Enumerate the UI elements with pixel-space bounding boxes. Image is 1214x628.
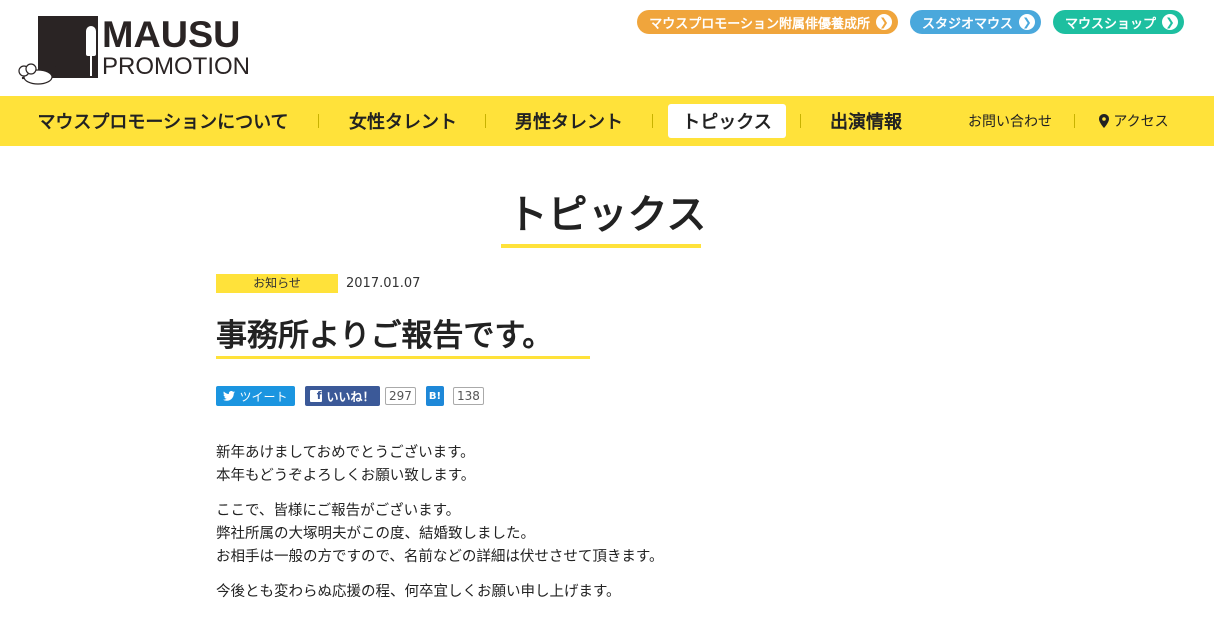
nav-item-access-label: アクセス bbox=[1113, 114, 1169, 130]
logo-text-mausu: MAUSU bbox=[102, 14, 241, 55]
top-links: マウスプロモーション附属俳優養成所 ❯ スタジオマウス ❯ マウスショップ ❯ bbox=[637, 10, 1184, 34]
article-line: 弊社所属の大塚明夫がこの度、結婚致しました。 bbox=[216, 526, 535, 542]
facebook-like-button[interactable]: f いいね！ bbox=[305, 386, 380, 406]
category-badge[interactable]: お知らせ bbox=[216, 274, 338, 293]
like-label: いいね！ bbox=[326, 389, 375, 404]
page-title: トピックス bbox=[507, 192, 707, 238]
map-pin-icon bbox=[1099, 114, 1110, 128]
nav-divider bbox=[318, 114, 319, 128]
top-link-shop[interactable]: マウスショップ ❯ bbox=[1052, 10, 1184, 34]
nav-divider bbox=[485, 114, 486, 128]
nav-item-topics-label: トピックス bbox=[668, 104, 786, 138]
article-title: 事務所よりご報告です。 bbox=[216, 318, 554, 354]
article-paragraph: ここで、皆様にご報告がございます。 弊社所属の大塚明夫がこの度、結婚致しました。… bbox=[216, 500, 836, 569]
article-line: お相手は一般の方ですので、名前などの詳細は伏せさせて頂きます。 bbox=[216, 549, 664, 565]
nav-item-topics[interactable]: トピックス bbox=[664, 96, 790, 146]
tweet-label: ツイート bbox=[239, 389, 288, 404]
nav-item-contact[interactable]: お問い合わせ bbox=[954, 96, 1066, 146]
article-line: 本年もどうぞよろしくお願い致します。 bbox=[216, 468, 476, 484]
nav-item-about[interactable]: マウスプロモーションについて bbox=[18, 96, 308, 146]
top-link-acting-school[interactable]: マウスプロモーション附属俳優養成所 ❯ bbox=[637, 10, 898, 34]
article-paragraph: 新年あけましておめでとうございます。 本年もどうぞよろしくお願い致します。 bbox=[216, 442, 836, 488]
article-body: 新年あけましておめでとうございます。 本年もどうぞよろしくお願い致します。 ここ… bbox=[216, 442, 836, 616]
site-logo[interactable]: MAUSU PROMOTION bbox=[14, 14, 264, 86]
article-date: 2017.01.07 bbox=[346, 276, 421, 291]
arrow-right-icon: ❯ bbox=[1018, 14, 1035, 30]
tweet-button[interactable]: ツイート bbox=[216, 386, 295, 406]
article-title-underline bbox=[216, 356, 590, 359]
page-title-underline bbox=[501, 244, 701, 248]
top-link-studio-mausu[interactable]: スタジオマウス ❯ bbox=[909, 10, 1041, 34]
nav-item-female-talent[interactable]: 女性タレント bbox=[330, 96, 476, 146]
article-paragraph: 今後とも変わらぬ応援の程、何卒宜しくお願い申し上げます。 bbox=[216, 581, 836, 604]
hatena-bookmark-button[interactable]: B! bbox=[426, 386, 444, 406]
arrow-right-icon: ❯ bbox=[875, 14, 892, 30]
microphone-icon bbox=[86, 26, 96, 56]
main-nav: マウスプロモーションについて 女性タレント 男性タレント トピックス 出演情報 … bbox=[0, 96, 1214, 146]
article-line: 今後とも変わらぬ応援の程、何卒宜しくお願い申し上げます。 bbox=[216, 584, 621, 600]
facebook-icon: f bbox=[310, 389, 323, 402]
nav-divider bbox=[800, 114, 801, 128]
top-link-label: マウスショップ bbox=[1064, 16, 1156, 32]
nav-item-appearances[interactable]: 出演情報 bbox=[812, 96, 920, 146]
top-link-label: スタジオマウス bbox=[921, 16, 1013, 32]
article-line: ここで、皆様にご報告がございます。 bbox=[216, 503, 461, 519]
nav-item-access[interactable]: アクセス bbox=[1088, 96, 1180, 146]
arrow-right-icon: ❯ bbox=[1162, 14, 1178, 30]
mic-stand bbox=[90, 54, 92, 76]
hatena-count: 138 bbox=[453, 387, 484, 405]
nav-item-male-talent[interactable]: 男性タレント bbox=[496, 96, 642, 146]
article-line: 新年あけましておめでとうございます。 bbox=[216, 445, 475, 461]
logo-text-promotion: PROMOTION bbox=[102, 53, 250, 80]
twitter-bird-icon bbox=[223, 391, 236, 401]
top-link-label: マウスプロモーション附属俳優養成所 bbox=[649, 16, 870, 32]
nav-divider bbox=[1074, 114, 1075, 128]
like-count: 297 bbox=[385, 387, 416, 405]
mouse-mascot-icon bbox=[18, 63, 58, 85]
nav-divider bbox=[652, 114, 653, 128]
